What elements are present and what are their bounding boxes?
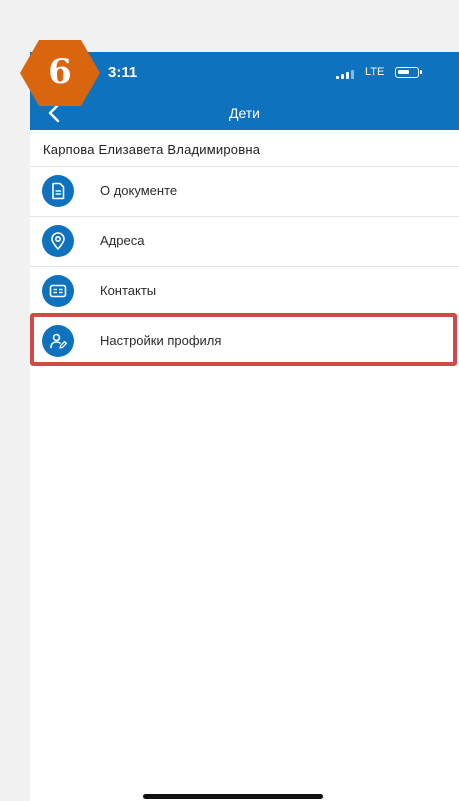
step-badge: 6 <box>18 38 102 108</box>
menu-item-document[interactable]: О документе <box>30 167 459 215</box>
menu-item-label: Адреса <box>100 233 145 248</box>
document-icon <box>42 175 74 207</box>
phone-screen: 3:11 LTE Дети Карпова Елизавета Владимир… <box>30 52 459 801</box>
step-number: 6 <box>48 52 72 92</box>
highlight-box <box>30 313 457 366</box>
home-indicator <box>143 794 323 799</box>
contact-card-icon <box>42 275 74 307</box>
signal-icon <box>336 70 354 79</box>
network-type: LTE <box>365 66 385 78</box>
location-pin-icon <box>42 225 74 257</box>
menu-item-label: Контакты <box>100 283 157 298</box>
menu-item-label: О документе <box>100 183 178 198</box>
status-time: 3:11 <box>108 64 138 81</box>
person-name: Карпова Елизавета Владимировна <box>43 142 261 157</box>
menu-item-contacts[interactable]: Контакты <box>30 267 459 315</box>
menu-item-addresses[interactable]: Адреса <box>30 217 459 265</box>
battery-icon <box>395 67 422 78</box>
